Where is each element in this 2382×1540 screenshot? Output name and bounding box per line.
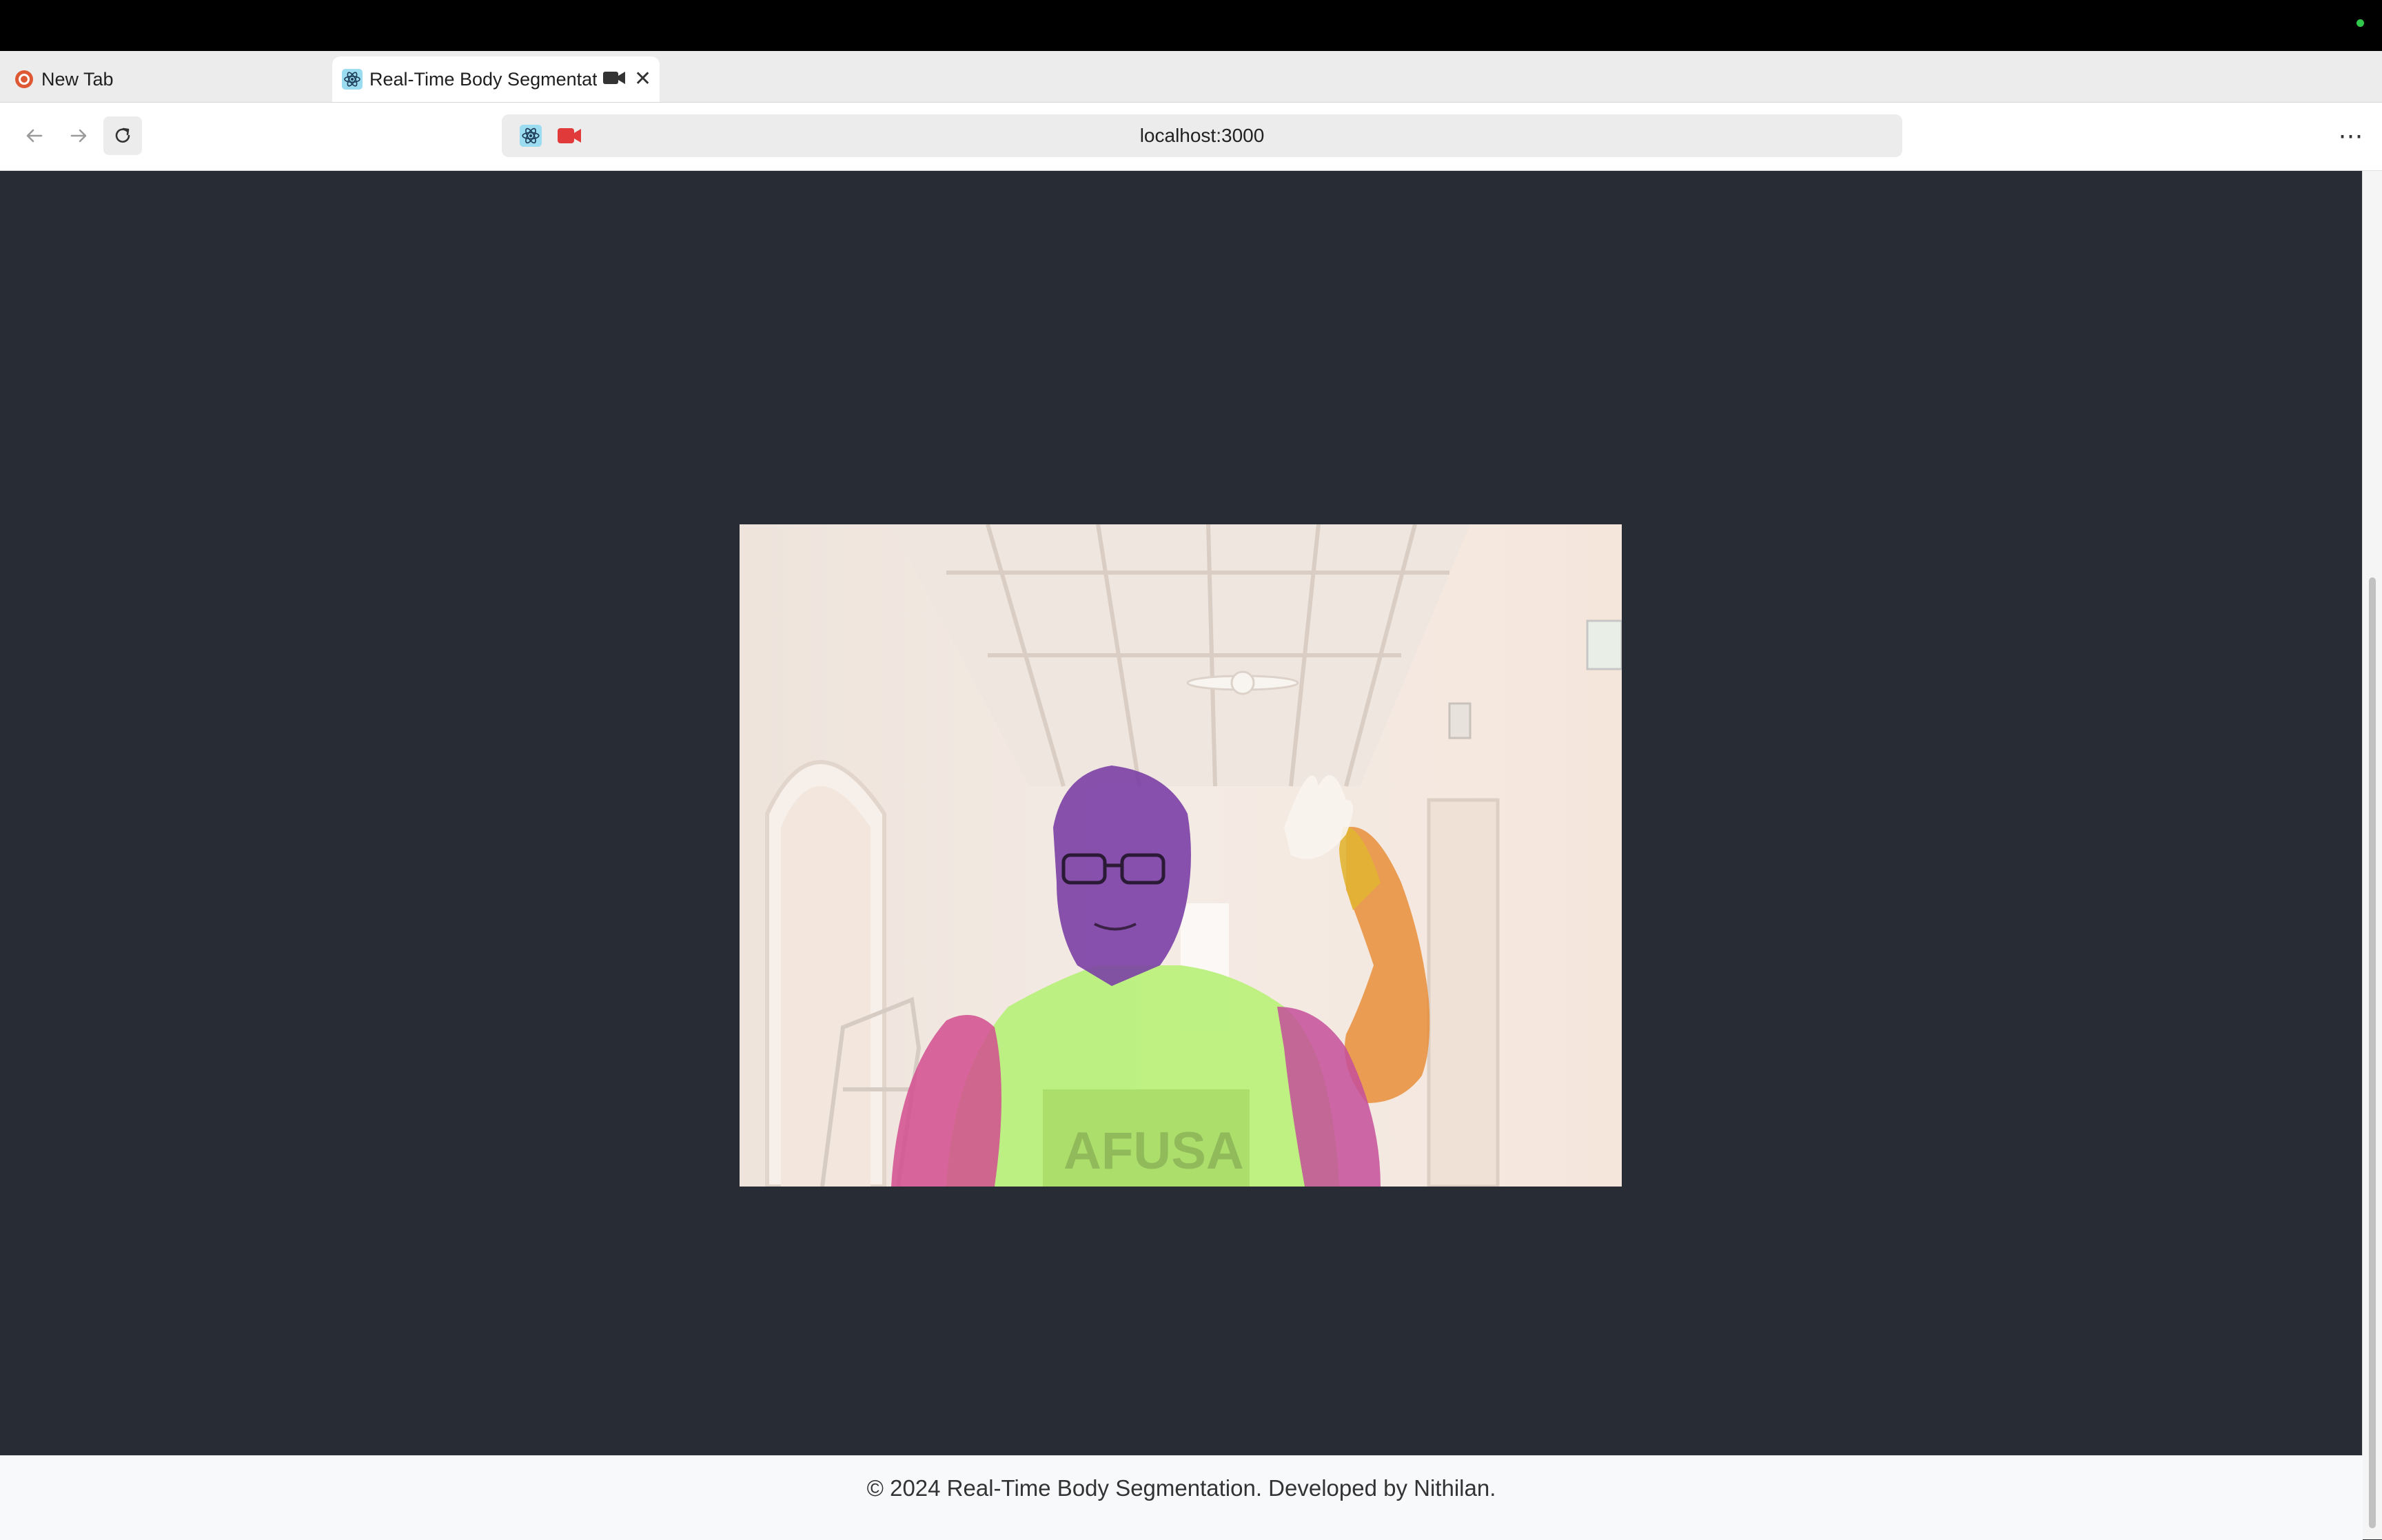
- url-text: localhost:3000: [1139, 125, 1265, 146]
- more-menu-button[interactable]: ⋯: [2334, 119, 2368, 152]
- camera-indicator-dot: [2356, 19, 2364, 27]
- scrollbar-thumb[interactable]: [2369, 577, 2376, 1528]
- tab-body-segmentation[interactable]: Real-Time Body Segmentat ✕: [332, 57, 660, 102]
- close-tab-icon[interactable]: ✕: [634, 69, 651, 90]
- tab-new-tab[interactable]: New Tab: [10, 57, 327, 102]
- svg-text:AFUSA: AFUSA: [1063, 1122, 1244, 1180]
- tab-title: New Tab: [41, 68, 114, 90]
- tab-strip: New Tab Real-Time Body Segmentat ✕ +: [0, 51, 2382, 143]
- webcam-segmentation-canvas: AFUSA: [740, 524, 1622, 1187]
- camera-recording-icon: [602, 69, 626, 90]
- react-icon: [342, 69, 363, 90]
- footer: © 2024 Real-Time Body Segmentation. Deve…: [0, 1455, 2363, 1540]
- reload-icon: [115, 127, 130, 143]
- tab-title: Real-Time Body Segmentat: [369, 68, 597, 90]
- address-bar[interactable]: localhost:3000: [502, 114, 1902, 157]
- arrow-right-icon: [70, 129, 87, 143]
- arrow-left-icon: [26, 129, 43, 143]
- duckduckgo-icon: [14, 69, 34, 90]
- system-menu-bar: [0, 0, 2382, 51]
- forward-button[interactable]: [59, 116, 98, 155]
- back-button[interactable]: [15, 116, 54, 155]
- browser-toolbar: localhost:3000 ⋯: [0, 103, 2382, 171]
- footer-copyright: © 2024 Real-Time Body Segmentation. Deve…: [866, 1475, 1496, 1501]
- page-scrollbar[interactable]: [2362, 171, 2382, 1539]
- reload-button[interactable]: [103, 116, 142, 155]
